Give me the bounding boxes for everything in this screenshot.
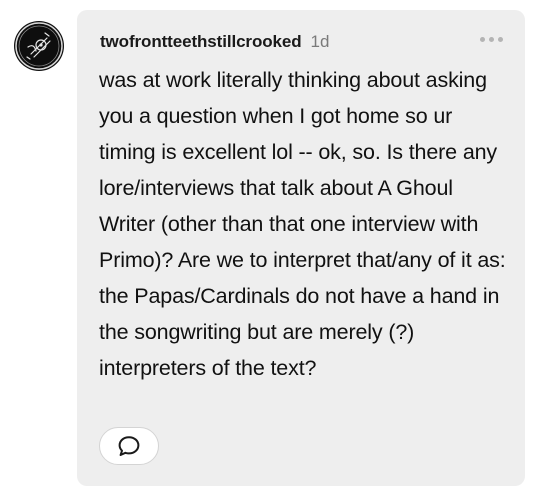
more-dot: [480, 37, 485, 42]
timestamp[interactable]: 1d: [311, 32, 330, 52]
avatar[interactable]: [14, 21, 64, 71]
comment-card: twofrontteethstillcrooked 1d was at work…: [77, 10, 525, 486]
comment-thread: twofrontteethstillcrooked 1d was at work…: [0, 0, 540, 494]
reply-button[interactable]: [99, 427, 159, 465]
ghoul-emblem-icon: [15, 22, 63, 70]
comment-header: twofrontteethstillcrooked 1d: [100, 31, 505, 53]
more-options-icon[interactable]: [480, 37, 503, 42]
comment-body: was at work literally thinking about ask…: [99, 68, 506, 380]
more-dot: [489, 37, 494, 42]
more-dot: [498, 37, 503, 42]
speech-bubble-icon: [118, 436, 140, 456]
username-link[interactable]: twofrontteethstillcrooked: [100, 32, 302, 52]
